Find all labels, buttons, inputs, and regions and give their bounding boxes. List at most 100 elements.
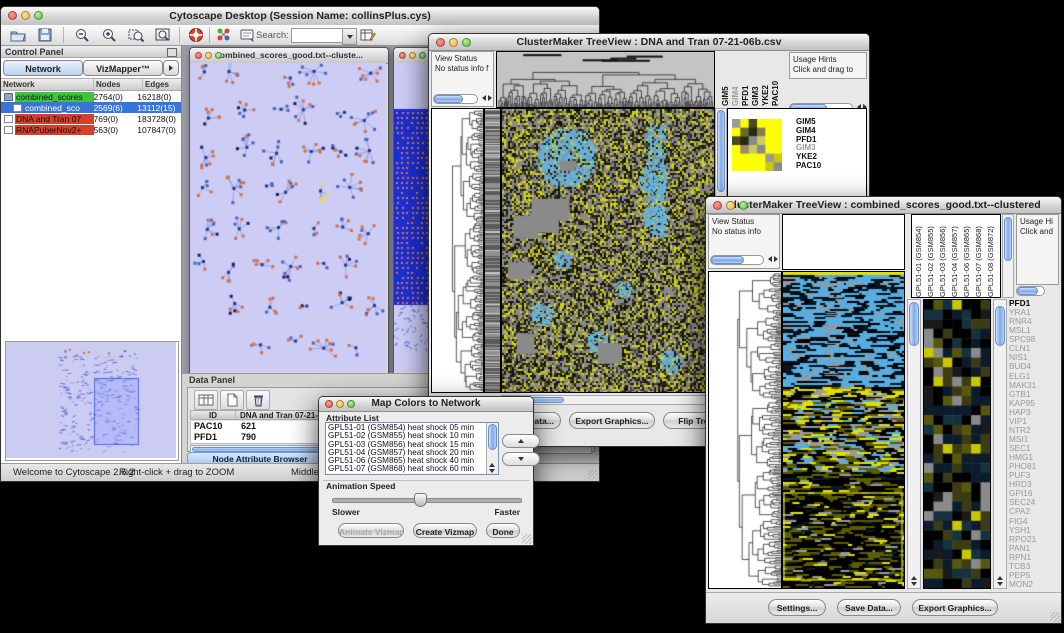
close-button[interactable] [8, 11, 17, 20]
speed-slider-thumb[interactable] [414, 493, 427, 507]
row-dendrogram-canvas[interactable] [432, 109, 483, 392]
column-header-nodes[interactable]: Nodes [93, 79, 142, 90]
tab-network[interactable]: Network [3, 60, 83, 76]
zoom-out-icon[interactable] [73, 27, 91, 43]
zoom-fit-icon[interactable] [154, 27, 172, 43]
column-dendrogram[interactable] [496, 51, 715, 108]
scrollbar-thumb[interactable] [717, 110, 725, 192]
delete-attribute-icon[interactable] [246, 390, 270, 410]
move-up-button[interactable] [502, 434, 540, 448]
export-graphics-button[interactable]: Export Graphics... [569, 412, 655, 429]
heatmap-global-view[interactable] [782, 271, 905, 589]
attribute-item[interactable]: GPL51-01 (GSM854) heat shock 05 min [328, 424, 485, 432]
close-button[interactable] [713, 201, 722, 210]
minimize-button[interactable] [336, 400, 344, 408]
scrollbar-thumb[interactable] [1017, 287, 1038, 295]
done-button[interactable]: Done [486, 523, 520, 538]
row-dendrogram-canvas[interactable] [709, 272, 781, 588]
zoom-button[interactable] [462, 38, 471, 47]
column-header-id[interactable]: ID [191, 411, 236, 419]
attribute-item[interactable]: GPL51-04 (GSM857) heat shock 20 min [328, 449, 485, 457]
scrollbar-thumb[interactable] [488, 424, 497, 450]
heatmap-zoom-view[interactable] [923, 299, 991, 589]
search-input[interactable] [291, 28, 347, 43]
export-graphics-button[interactable]: Export Graphics... [912, 599, 998, 616]
tab-vizmapper[interactable]: VizMapper™ [83, 60, 163, 76]
search-dropdown-button[interactable] [342, 28, 357, 45]
attribute-list-scrollbar[interactable] [486, 423, 498, 474]
zoom-button[interactable] [419, 52, 426, 59]
annotation-icon[interactable] [239, 27, 257, 43]
heatmap-global-canvas[interactable] [783, 272, 904, 588]
scroll-arrows[interactable] [489, 463, 495, 473]
table-edit-icon[interactable] [359, 27, 377, 43]
scrollbar-thumb[interactable] [711, 256, 744, 264]
scrollbar-thumb[interactable] [995, 306, 1005, 346]
heatmap-global-view[interactable] [501, 108, 715, 393]
zoom-button[interactable] [739, 201, 748, 210]
close-button[interactable] [399, 52, 406, 59]
network-tree-row[interactable]: DNA and Tran 07769(0)183728(0) [1, 113, 181, 124]
main-titlebar[interactable]: Cytoscape Desktop (Session Name: collins… [1, 7, 599, 26]
resize-grip[interactable] [1050, 612, 1060, 622]
select-attributes-icon[interactable] [194, 390, 218, 410]
attribute-item[interactable]: GPL51-03 (GSM856) heat shock 15 min [328, 441, 485, 449]
close-button[interactable] [325, 400, 333, 408]
open-folder-icon[interactable] [9, 27, 27, 43]
new-attribute-icon[interactable] [220, 390, 244, 410]
network-tree-row[interactable]: combined_sco2569(6)13112(15) [1, 102, 181, 113]
attribute-item[interactable]: GPL51-07 (GSM868) heat shock 60 min [328, 465, 485, 473]
zoom-heatmap-matrix[interactable] [732, 119, 782, 171]
help-lifering-icon[interactable] [187, 27, 205, 43]
row-dendrogram[interactable] [708, 271, 782, 589]
birdseye-view[interactable] [5, 341, 179, 461]
column-header-network[interactable]: Network [1, 79, 93, 90]
move-down-button[interactable] [502, 452, 540, 466]
animate-vizmap-button[interactable]: Animate Vizmap [338, 523, 404, 538]
scroll-arrows[interactable] [911, 576, 917, 586]
float-panel-icon[interactable] [167, 48, 177, 57]
minimize-button[interactable] [726, 201, 735, 210]
save-icon[interactable] [36, 27, 54, 43]
heatmap-canvas[interactable] [502, 109, 714, 392]
heatmap-zoom-canvas[interactable] [924, 300, 990, 588]
resize-grip[interactable] [588, 470, 598, 480]
attribute-item[interactable]: GPL51-02 (GSM855) heat shock 10 min [328, 432, 485, 440]
settings-button[interactable]: Settings... [768, 599, 826, 616]
tv1-titlebar[interactable]: ClusterMaker TreeView : DNA and Tran 07-… [429, 34, 869, 51]
zoom-button[interactable] [347, 400, 355, 408]
view-status-scrollbar[interactable] [433, 94, 492, 104]
zoom-selected-icon[interactable] [127, 27, 145, 43]
close-button[interactable] [195, 52, 202, 59]
network-canvas[interactable] [190, 63, 386, 372]
create-vizmap-button[interactable]: Create Vizmap [413, 523, 477, 538]
birdseye-canvas[interactable] [6, 342, 176, 458]
zoom-in-icon[interactable] [100, 27, 118, 43]
minimize-button[interactable] [21, 11, 30, 20]
network-icon[interactable] [215, 27, 233, 43]
column-header-edges[interactable]: Edges [142, 79, 181, 90]
tab-overflow-button[interactable] [163, 60, 179, 76]
usage-hints-scrollbar[interactable] [1016, 286, 1059, 296]
row-dendrogram[interactable] [431, 108, 484, 393]
column-labels-scrollbar[interactable] [1002, 214, 1014, 298]
attribute-item[interactable]: GPL51-06 (GSM865) heat shock 40 min [328, 457, 485, 465]
scroll-arrows[interactable] [482, 95, 492, 101]
scrollbar-thumb[interactable] [434, 95, 463, 103]
minimize-button[interactable] [205, 52, 212, 59]
close-button[interactable] [436, 38, 445, 47]
network-tree-row[interactable]: combined_scores2764(0)16218(0) [1, 91, 181, 102]
network-tree-row[interactable]: RNAPuberNov2+563(0)107847(0) [1, 124, 181, 135]
scroll-arrows[interactable] [768, 256, 778, 262]
scrollbar-thumb[interactable] [1004, 217, 1012, 261]
scrollbar-thumb[interactable] [909, 302, 919, 346]
network-view-titlebar[interactable]: combined_scores_good.txt--cluste... [190, 48, 388, 64]
zoom-view-vscrollbar[interactable] [993, 299, 1007, 589]
column-dendrogram-canvas[interactable] [497, 52, 714, 107]
zoom-button[interactable] [215, 52, 222, 59]
minimize-button[interactable] [449, 38, 458, 47]
save-data-button[interactable]: Save Data... [837, 599, 901, 616]
resize-grip[interactable] [522, 534, 532, 544]
view-status-scrollbar[interactable] [710, 255, 778, 265]
dialog-titlebar[interactable]: Map Colors to Network [319, 397, 533, 412]
